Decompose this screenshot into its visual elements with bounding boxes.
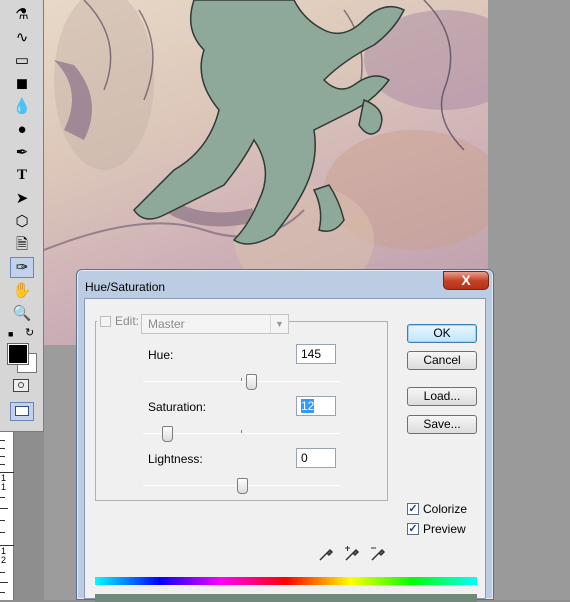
screen-mode-icon[interactable] bbox=[10, 402, 34, 421]
hand-tool[interactable]: ✋ bbox=[10, 280, 34, 301]
eyedropper-icon: ✑ bbox=[15, 259, 29, 276]
lightness-slider-thumb[interactable] bbox=[236, 478, 248, 494]
ok-button[interactable]: OK bbox=[407, 324, 477, 343]
adjustment-group: Edit: Master ▼ Hue: 145 Saturation: 12 L… bbox=[95, 314, 388, 501]
quick-mask-icon[interactable] bbox=[13, 379, 29, 392]
custom-shape-tool[interactable]: ⬡ bbox=[10, 211, 34, 232]
hue-value: 145 bbox=[301, 347, 322, 361]
eraser-icon: ▭ bbox=[14, 52, 30, 69]
saturation-slider-thumb[interactable] bbox=[161, 426, 173, 442]
default-colors-icon[interactable]: ■ bbox=[8, 329, 13, 339]
preview-checkbox[interactable]: ✓ bbox=[407, 523, 419, 535]
custom-shape-icon: ⬡ bbox=[15, 213, 29, 230]
edit-checkbox bbox=[100, 315, 111, 327]
swap-colors-icon[interactable]: ↻ bbox=[25, 326, 34, 339]
zoom-icon: 🔍 bbox=[12, 305, 32, 322]
edit-legend: Edit: bbox=[97, 314, 143, 328]
dialog-body: Edit: Master ▼ Hue: 145 Saturation: 12 L… bbox=[84, 298, 486, 602]
history-brush-icon: ∿ bbox=[15, 29, 29, 46]
edit-select-value: Master bbox=[148, 317, 185, 331]
type-tool[interactable]: T bbox=[10, 165, 34, 186]
ruler-number: 1 bbox=[1, 482, 7, 492]
hue-slider-track[interactable] bbox=[143, 381, 340, 382]
saturation-value: 12 bbox=[301, 399, 315, 413]
type-icon: T bbox=[16, 167, 27, 183]
blur-drop-icon: 💧 bbox=[12, 98, 32, 115]
dodge-tool[interactable]: ● bbox=[10, 119, 34, 140]
clone-stamp-tool[interactable]: ⚗ bbox=[10, 4, 34, 25]
edit-select: Master ▼ bbox=[141, 314, 289, 334]
eraser-tool[interactable]: ▭ bbox=[10, 50, 34, 71]
saturation-label: Saturation: bbox=[148, 400, 207, 414]
chevron-down-icon: ▼ bbox=[270, 315, 288, 333]
lightness-value: 0 bbox=[301, 451, 308, 465]
hue-saturation-dialog: Hue/Saturation X Edit: Master ▼ Hue: 145… bbox=[76, 269, 494, 602]
lightness-label: Lightness: bbox=[148, 452, 203, 466]
eyedropper-minus-icon[interactable] bbox=[369, 545, 387, 563]
notes-icon: 🗎 bbox=[15, 236, 29, 253]
close-button[interactable]: X bbox=[443, 271, 489, 290]
path-selection-tool[interactable]: ➤ bbox=[10, 188, 34, 209]
hue-label: Hue: bbox=[148, 348, 174, 362]
path-select-icon: ➤ bbox=[15, 190, 29, 207]
blur-tool[interactable]: 💧 bbox=[10, 96, 34, 117]
notes-tool[interactable]: 🗎 bbox=[10, 234, 34, 255]
lightness-input[interactable]: 0 bbox=[296, 448, 336, 468]
output-color-bar bbox=[95, 594, 477, 602]
preview-label: Preview bbox=[423, 522, 466, 536]
save-button[interactable]: Save... bbox=[407, 415, 477, 434]
stamp-icon: ⚗ bbox=[15, 6, 29, 23]
hue-slider-thumb[interactable] bbox=[246, 374, 258, 390]
tools-panel: ⚗ ∿ ▭ ◼ 💧 ● ✒ T ➤ ⬡ 🗎 ✑ ✋ 🔍 ■ ↻ bbox=[0, 0, 44, 432]
history-brush-tool[interactable]: ∿ bbox=[10, 27, 34, 48]
dodge-icon: ● bbox=[17, 121, 27, 138]
dialog-title: Hue/Saturation bbox=[85, 280, 166, 294]
vertical-ruler: 1 1 1 2 bbox=[0, 432, 14, 600]
cancel-button[interactable]: Cancel bbox=[407, 351, 477, 370]
zoom-tool[interactable]: 🔍 bbox=[10, 303, 34, 324]
hue-input[interactable]: 145 bbox=[296, 344, 336, 364]
input-hue-spectrum bbox=[95, 577, 477, 585]
ruler-number: 2 bbox=[1, 555, 7, 565]
hue-slider-tick bbox=[241, 378, 242, 381]
colorize-checkbox[interactable]: ✓ bbox=[407, 503, 419, 515]
foreground-color-swatch[interactable] bbox=[7, 343, 29, 365]
eyedropper-icon[interactable] bbox=[317, 545, 335, 563]
eyedropper-plus-icon[interactable] bbox=[343, 545, 361, 563]
workspace-background-right bbox=[488, 0, 570, 600]
saturation-input[interactable]: 12 bbox=[296, 396, 336, 416]
colorize-option[interactable]: ✓ Colorize bbox=[407, 502, 467, 516]
paint-bucket-tool[interactable]: ◼ bbox=[10, 73, 34, 94]
eyedropper-tool[interactable]: ✑ bbox=[10, 257, 34, 278]
colorize-label: Colorize bbox=[423, 502, 468, 516]
saturation-slider-tick bbox=[241, 430, 242, 433]
preview-option[interactable]: ✓ Preview bbox=[407, 522, 466, 536]
pen-tool[interactable]: ✒ bbox=[10, 142, 34, 163]
load-button[interactable]: Load... bbox=[407, 387, 477, 406]
edit-label: Edit: bbox=[115, 314, 140, 328]
pen-icon: ✒ bbox=[15, 144, 29, 161]
hand-icon: ✋ bbox=[12, 282, 32, 299]
paint-bucket-icon: ◼ bbox=[15, 75, 29, 92]
